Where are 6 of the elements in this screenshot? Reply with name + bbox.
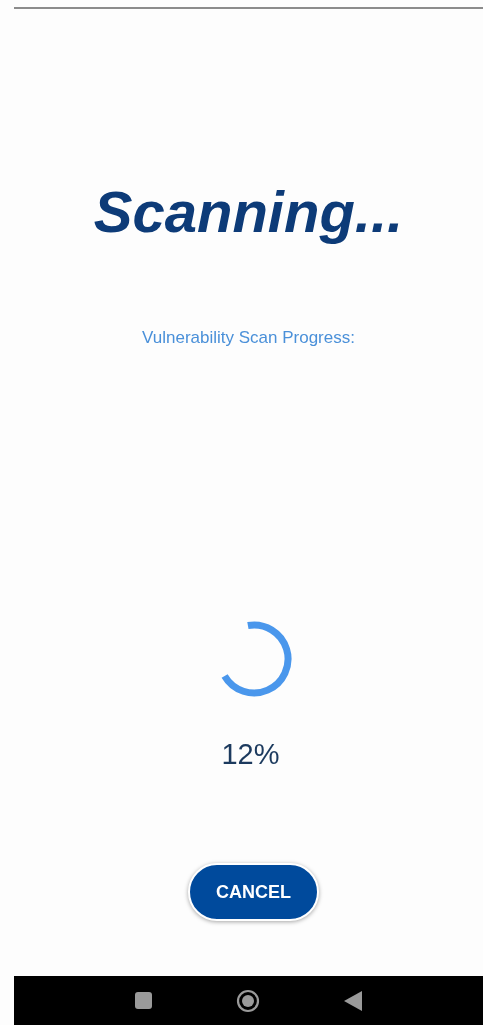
cancel-button[interactable]: CANCEL [188, 863, 319, 921]
progress-percent: 12% [221, 737, 280, 771]
home-icon[interactable] [236, 988, 260, 1013]
back-icon[interactable] [344, 990, 362, 1011]
screen-title: Scanning... [93, 178, 404, 246]
progress-label: Vulnerability Scan Progress: [142, 327, 355, 349]
